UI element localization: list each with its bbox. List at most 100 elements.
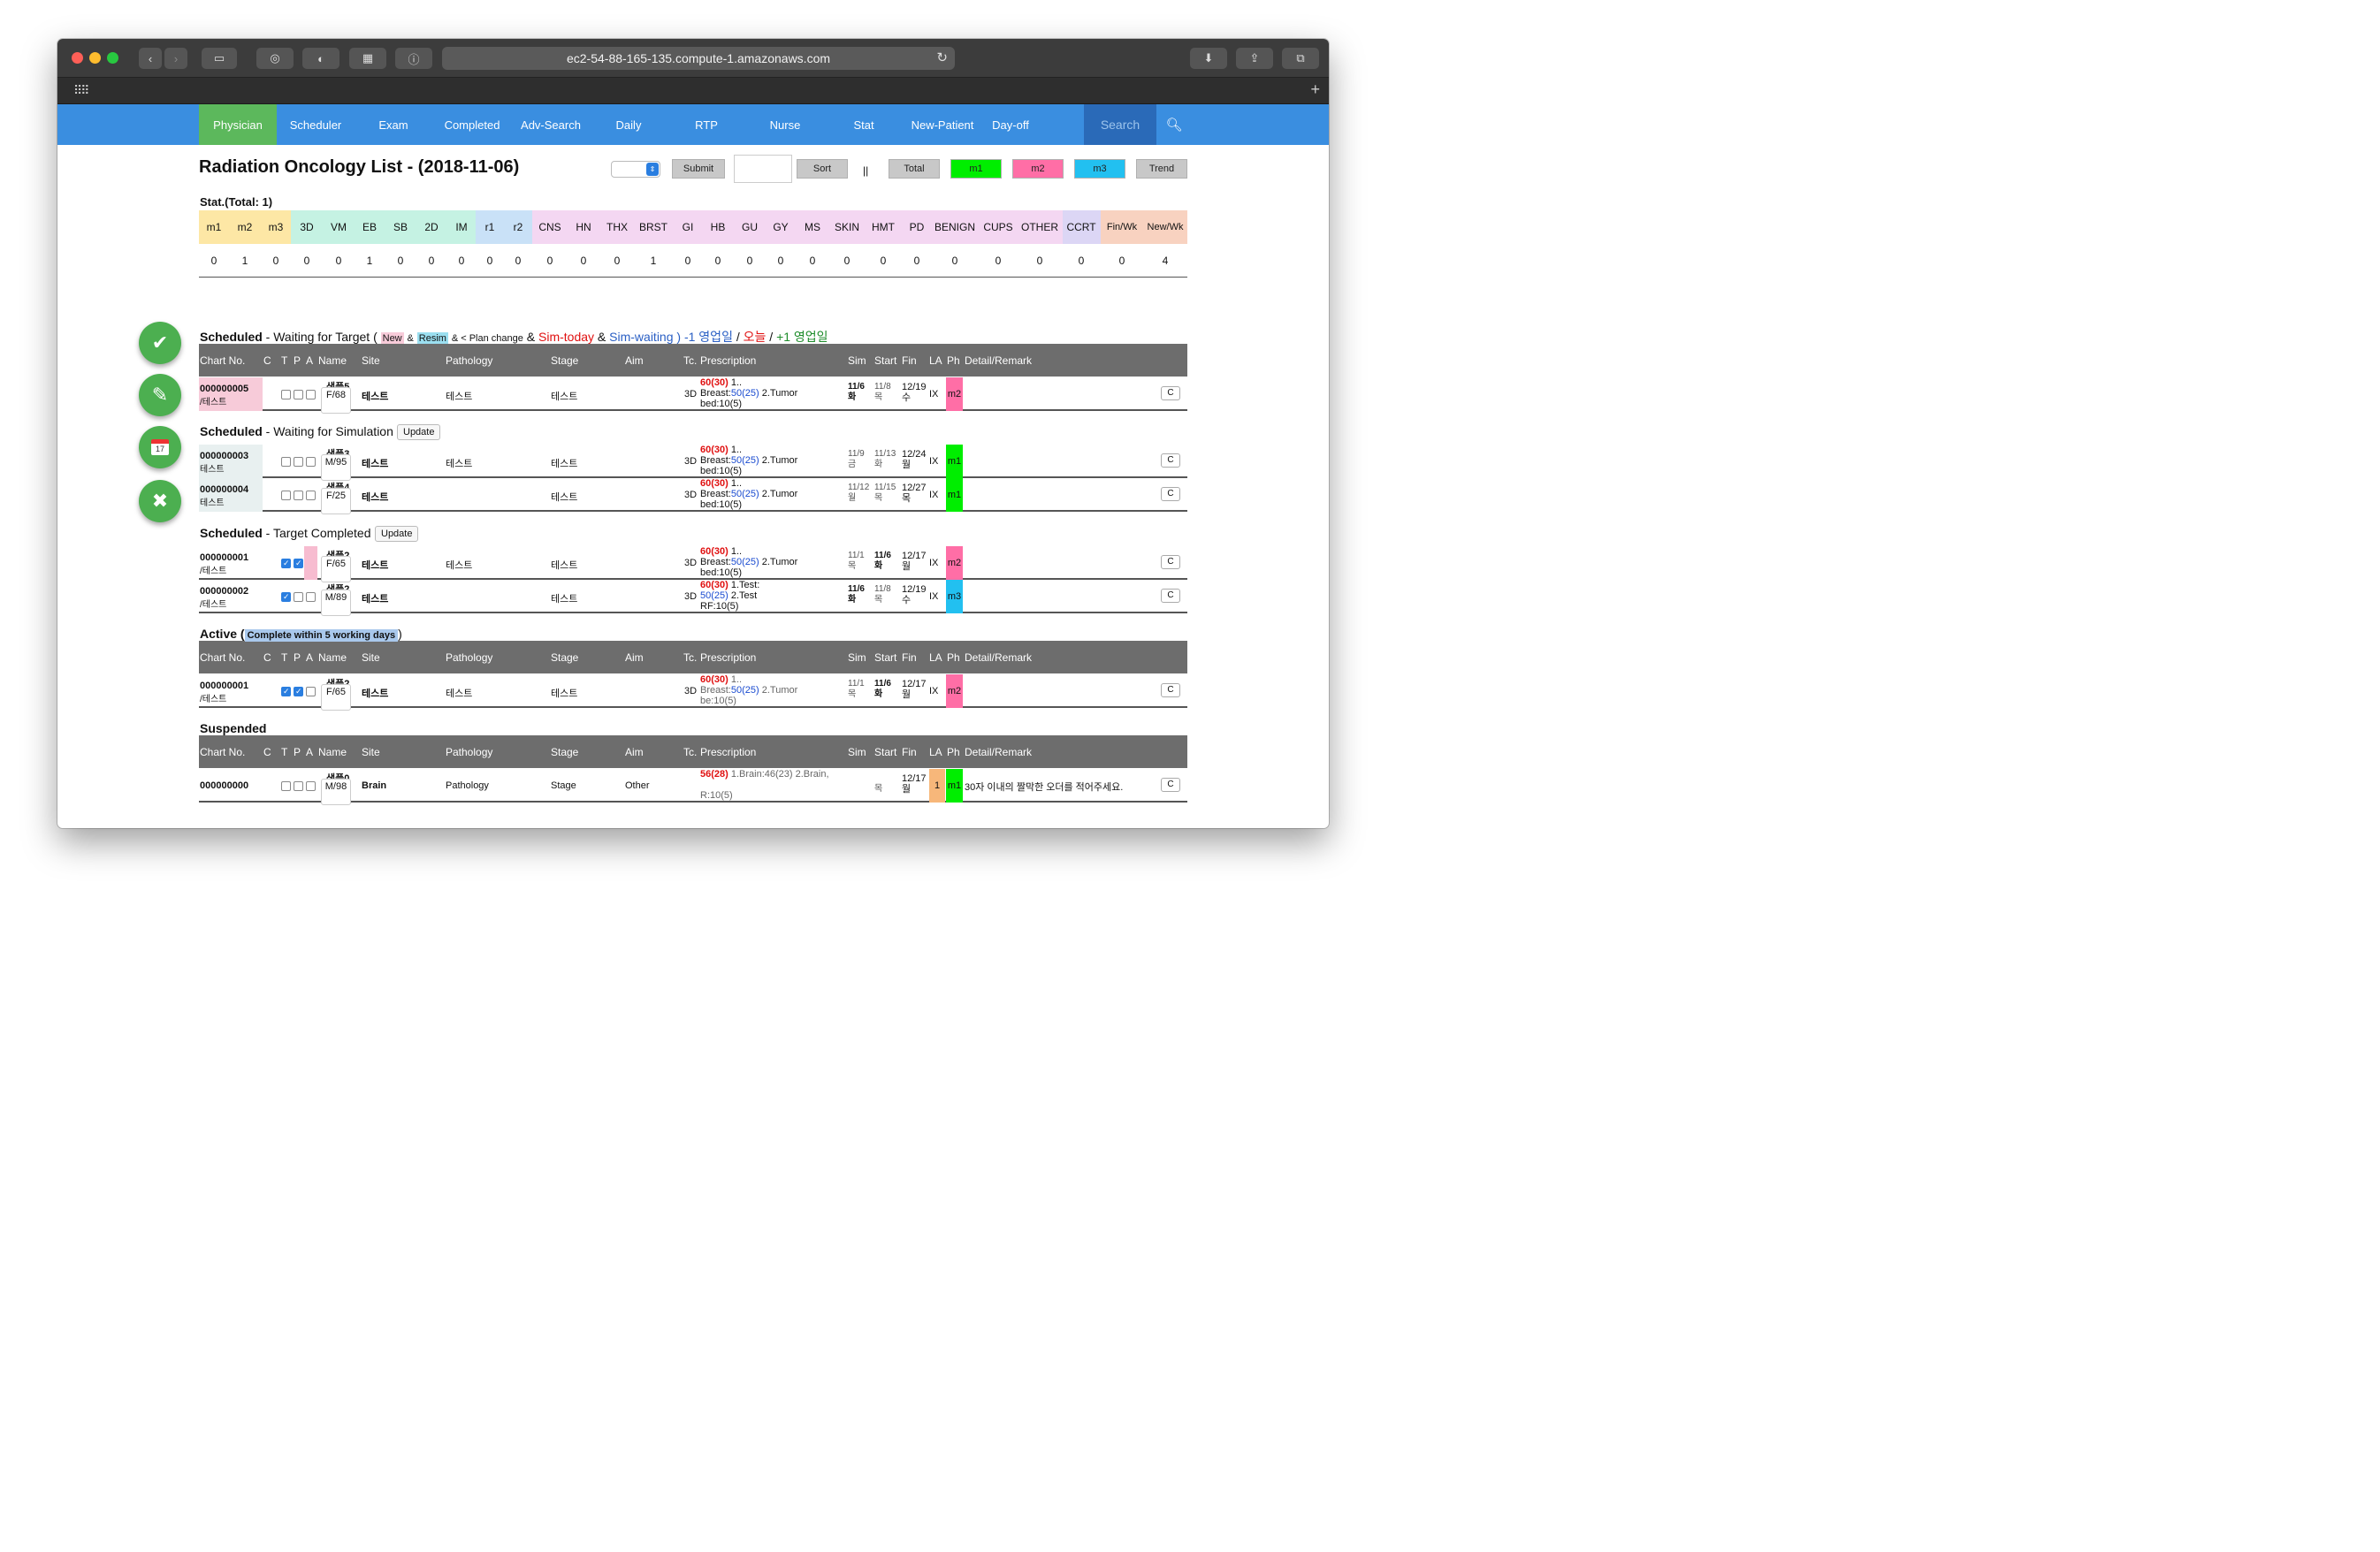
chart-no[interactable]: 000000001	[200, 681, 248, 691]
c-button[interactable]: C	[1161, 386, 1180, 400]
nav-physician[interactable]: Physician	[199, 104, 277, 145]
extension-icon[interactable]: ◎	[256, 48, 294, 69]
c-button[interactable]: C	[1161, 683, 1180, 697]
table-row[interactable]: 000000003테스트샘플3M/95테스트테스트테스트3D60(30) 1..…	[199, 445, 1187, 481]
address-bar[interactable]: ec2-54-88-165-135.compute-1.amazonaws.co…	[442, 47, 955, 70]
date-select[interactable]: ⇕	[611, 161, 660, 178]
age-box[interactable]: M/89	[321, 590, 351, 616]
stat-title: Stat.(Total: 1)	[200, 195, 273, 209]
extension-circle-icon[interactable]: ◐	[302, 48, 339, 69]
table-row[interactable]: 000000001/테스트샘플2F/65테스트테스트테스트3D60(30) 1.…	[199, 674, 1187, 711]
check-icon[interactable]: ✔	[139, 322, 181, 364]
nav-daily[interactable]: Daily	[590, 104, 667, 145]
age-box[interactable]: F/65	[321, 684, 351, 711]
chart-no[interactable]: 000000005	[200, 384, 248, 394]
checkbox-a[interactable]	[306, 457, 316, 467]
chart-no[interactable]: 000000003	[200, 451, 248, 461]
m2-button[interactable]: m2	[1012, 159, 1064, 179]
table-row[interactable]: 000000002/테스트샘플2M/89테스트테스트3D60(30) 1.Tes…	[199, 580, 1187, 616]
trend-button[interactable]: Trend	[1136, 159, 1187, 179]
chart-no[interactable]: 000000004	[200, 484, 248, 495]
pencil-icon[interactable]: ✎	[139, 374, 181, 416]
table-row[interactable]: 000000005/테스트샘플5F/68테스트테스트테스트3D60(30) 1.…	[199, 377, 1187, 414]
table-row[interactable]: 000000000샘플0M/98BrainPathologyStageOther…	[199, 769, 1187, 805]
submit-button[interactable]: Submit	[672, 159, 725, 179]
col-sim: Sim	[848, 354, 866, 367]
checkbox-a[interactable]	[306, 687, 316, 696]
sort-button[interactable]: Sort	[797, 159, 848, 179]
checkbox-a[interactable]	[306, 781, 316, 791]
checkbox-p[interactable]	[294, 687, 303, 696]
age-box[interactable]: M/95	[321, 454, 351, 481]
share-icon[interactable]: ⇪	[1236, 48, 1273, 69]
checkbox-t[interactable]	[281, 592, 291, 602]
forward-icon[interactable]: ›	[164, 48, 187, 69]
checkbox-a[interactable]	[306, 390, 316, 399]
age-box[interactable]: F/25	[321, 488, 351, 514]
update-sim-button[interactable]: Update	[397, 424, 441, 440]
checkbox-p[interactable]	[294, 390, 303, 399]
site: 테스트	[362, 689, 389, 699]
reload-icon[interactable]: ↻	[936, 49, 948, 65]
calendar-icon[interactable]: 17	[139, 426, 181, 468]
nav-stat[interactable]: Stat	[825, 104, 903, 145]
ph-badge: m1	[946, 769, 963, 803]
total-button[interactable]: Total	[889, 159, 940, 179]
checkbox-p[interactable]	[294, 559, 303, 568]
close-window-button[interactable]	[72, 52, 83, 64]
update-tc-button[interactable]: Update	[375, 526, 419, 542]
minimize-window-button[interactable]	[89, 52, 101, 64]
table-row[interactable]: 000000004테스트샘플4F/25테스트테스트3D60(30) 1..Bre…	[199, 478, 1187, 514]
la: IX	[929, 490, 939, 500]
back-icon[interactable]: ‹	[139, 48, 162, 69]
search-icon[interactable]: 🔍︎	[1156, 104, 1192, 145]
checkbox-p[interactable]	[294, 457, 303, 467]
nav-rtp[interactable]: RTP	[667, 104, 745, 145]
checkbox-p[interactable]	[294, 592, 303, 602]
age-box[interactable]: M/98	[321, 779, 351, 805]
nav-adv-search[interactable]: Adv-Search	[512, 104, 590, 145]
nav-completed[interactable]: Completed	[432, 104, 512, 145]
grid-icon[interactable]: ⠿⠿	[73, 83, 89, 98]
checkbox-t[interactable]	[281, 491, 291, 500]
nav-exam[interactable]: Exam	[355, 104, 432, 145]
nav-nurse[interactable]: Nurse	[745, 104, 825, 145]
calculator-icon[interactable]: ▦	[349, 48, 386, 69]
c-button[interactable]: C	[1161, 589, 1180, 603]
search-input[interactable]: Search	[1084, 104, 1156, 145]
checkbox-a[interactable]	[306, 592, 316, 602]
close-icon[interactable]: ✖	[139, 480, 181, 522]
chart-no[interactable]: 000000000	[200, 780, 248, 791]
c-button[interactable]: C	[1161, 778, 1180, 792]
chart-no[interactable]: 000000002	[200, 586, 248, 597]
nav-new-patient[interactable]: New-Patient	[903, 104, 982, 145]
download-icon[interactable]: ⬇	[1190, 48, 1227, 69]
m3-button[interactable]: m3	[1074, 159, 1125, 179]
nav-day-off[interactable]: Day-off	[982, 104, 1039, 145]
c-button[interactable]: C	[1161, 453, 1180, 468]
checkbox-t[interactable]	[281, 559, 291, 568]
tabs-icon[interactable]: ⧉	[1282, 48, 1319, 69]
zoom-window-button[interactable]	[107, 52, 118, 64]
info-icon[interactable]: ⓘ	[395, 48, 432, 69]
sidebar-icon[interactable]: ▭	[202, 48, 237, 69]
checkbox-t[interactable]	[281, 457, 291, 467]
page-title: Radiation Oncology List - (2018-11-06)	[199, 157, 520, 177]
age-box[interactable]: F/68	[321, 387, 351, 414]
c-button[interactable]: C	[1161, 487, 1180, 501]
nav-scheduler[interactable]: Scheduler	[277, 104, 355, 145]
c-button[interactable]: C	[1161, 555, 1180, 569]
checkbox-a[interactable]	[306, 491, 316, 500]
col-site: Site	[362, 651, 380, 664]
age-box[interactable]: F/65	[321, 556, 351, 582]
checkbox-t[interactable]	[281, 687, 291, 696]
new-tab-icon[interactable]: +	[1310, 80, 1320, 99]
m1-button[interactable]: m1	[950, 159, 1002, 179]
checkbox-p[interactable]	[294, 491, 303, 500]
table-row[interactable]: 000000001/테스트샘플2F/65테스트테스트테스트3D60(30) 1.…	[199, 546, 1187, 582]
checkbox-t[interactable]	[281, 781, 291, 791]
sort-input[interactable]	[734, 155, 792, 183]
chart-no[interactable]: 000000001	[200, 552, 248, 563]
checkbox-p[interactable]	[294, 781, 303, 791]
checkbox-t[interactable]	[281, 390, 291, 399]
